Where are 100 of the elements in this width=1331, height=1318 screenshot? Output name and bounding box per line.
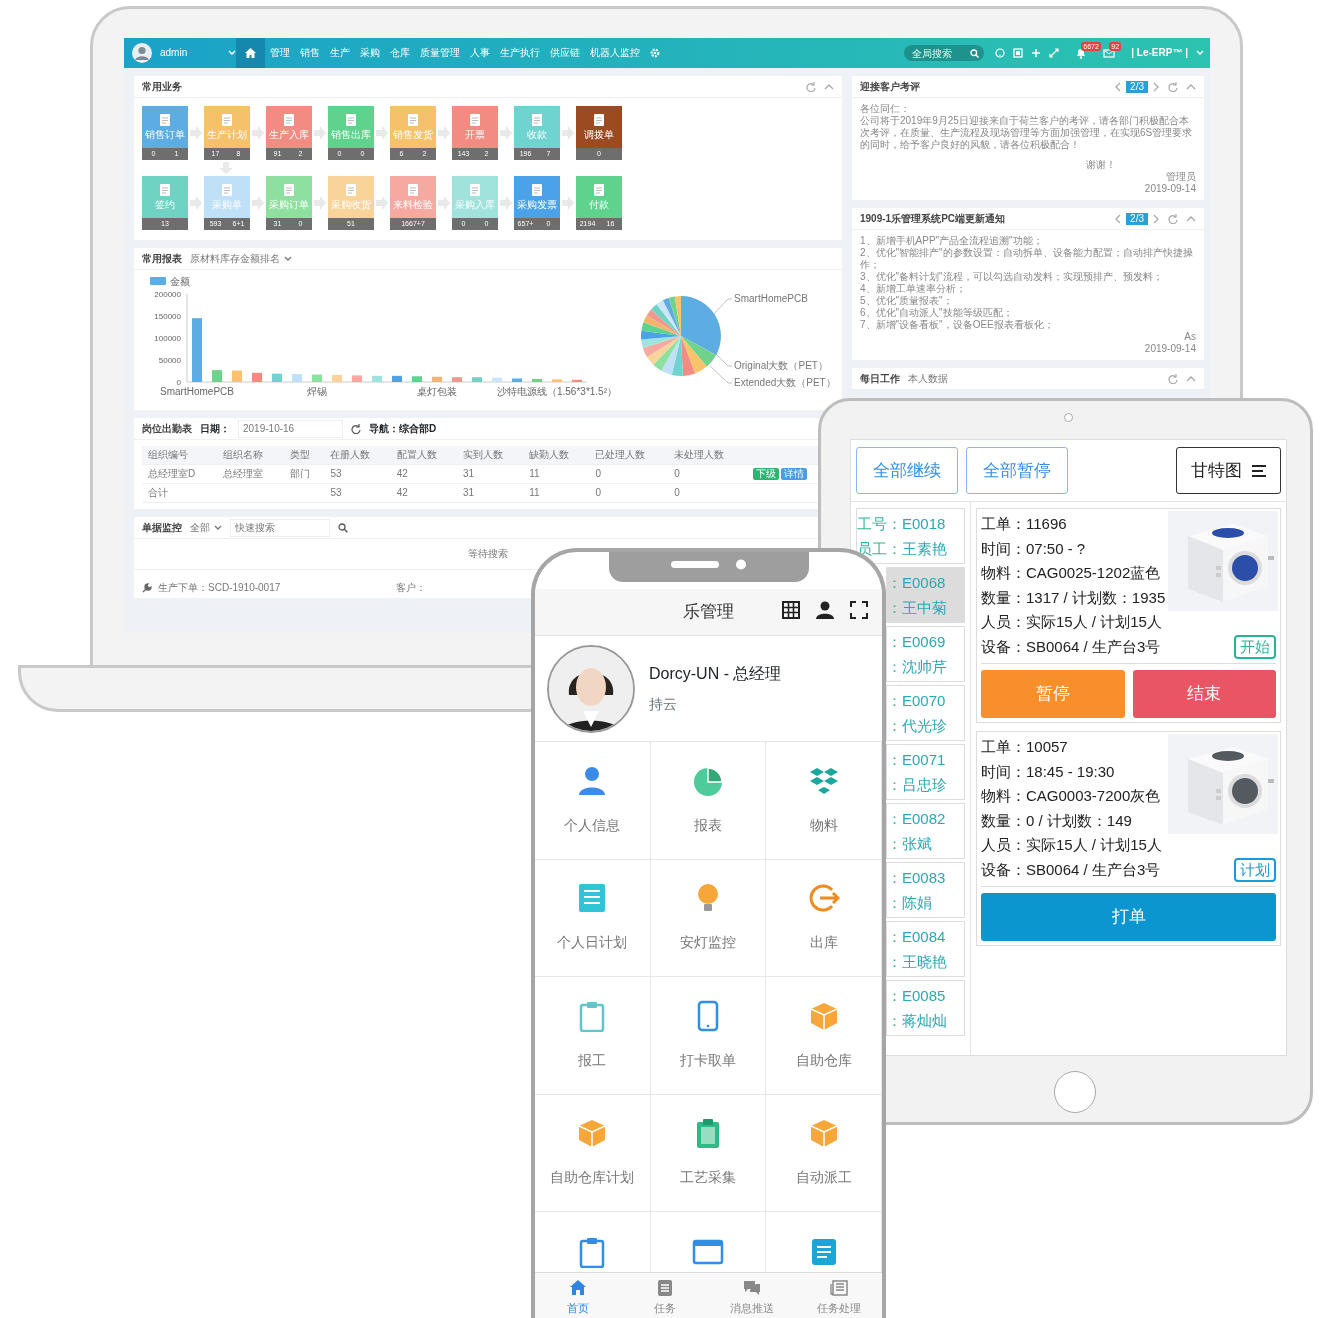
menu-tile[interactable]: 自助仓库计划 [535,1094,651,1212]
action-button[interactable]: 详情 [781,468,808,481]
shortcut-tile[interactable]: 采购发票 [514,176,560,219]
fullscreen-icon[interactable] [850,601,868,619]
tab[interactable]: 首页 [535,1273,622,1318]
filter-dropdown[interactable]: 原材料库存金额排名 [190,252,292,265]
tab[interactable]: 任务 [621,1273,709,1318]
home-tab[interactable] [236,38,265,68]
shortcut-tile[interactable]: 销售出库 [328,106,374,148]
field-value: 陈娟 [902,894,932,911]
bar [532,379,542,383]
date-field[interactable]: 2019-10-16 [238,419,343,438]
menu-tile[interactable]: 自助仓库 [766,977,882,1095]
bell-icon[interactable] [1075,47,1088,59]
grid-icon[interactable] [782,601,800,619]
caret-icon[interactable] [1196,50,1204,56]
menu-item[interactable]: 销售 [295,38,325,68]
shortcut-tile[interactable]: 生产入库 [266,106,312,148]
worker-item[interactable]: ：E0085 ：蒋灿灿 [886,980,965,1036]
bar [512,378,522,383]
window-icon[interactable] [1013,48,1024,58]
shortcut-tile[interactable]: 来料检验 [390,176,436,219]
gantt-button[interactable]: 甘特图 [1176,447,1281,494]
shortcut-tile[interactable]: 销售发货 [390,106,436,148]
field-label: ： [887,776,902,793]
table-cell: 31 [456,464,524,484]
menu-tile[interactable]: 物料 [766,742,882,860]
menu-item[interactable]: 采购 [355,38,385,68]
menu-tile[interactable]: 出库 [766,859,882,977]
worker-item[interactable]: ：E0082 ：张斌 [886,803,965,859]
home-button[interactable] [1054,1071,1096,1113]
shortcut-tile[interactable]: 收款 [514,106,560,148]
tab[interactable]: 消息推送 [708,1273,796,1318]
worker-item[interactable]: ：E0069 ：沈帅芹 [886,626,965,682]
shortcut-tile[interactable]: 开票 [452,106,498,148]
search-icon[interactable] [338,522,348,533]
shortcut-tile[interactable]: 付款 [576,176,622,219]
refresh-icon[interactable] [351,423,361,434]
table-cell: 53 [324,483,391,503]
field-value: E0071 [902,751,946,768]
shortcut-tile[interactable]: 采购订单 [266,176,312,219]
shortcut-tile[interactable]: 生产计划 [204,106,250,148]
mail-icon[interactable] [1103,47,1116,59]
search-icon[interactable] [970,48,980,58]
caret-icon[interactable] [228,50,236,56]
toolbar-button[interactable]: 全部继续 [856,447,958,494]
action-button[interactable]: 打单 [981,893,1276,941]
gear-icon[interactable] [650,48,660,58]
plus-icon[interactable] [1031,48,1042,58]
shortcut-tile[interactable]: 签约 [142,176,188,219]
search-field[interactable]: 快速搜索 [230,518,330,537]
menu-item[interactable]: 机器人监控 [585,38,645,68]
company-name: 持云 [649,695,678,714]
menu-tile[interactable]: 自动派工 [766,1094,882,1212]
action-button[interactable]: 暂停 [981,670,1125,718]
filter-dropdown[interactable]: 全部 [190,521,222,534]
action-button[interactable]: 下级 [753,468,780,481]
order-text: 生产下单：SCD-1910-0017 [158,582,281,595]
shortcut-tile[interactable]: 销售订单 [142,106,188,148]
menu-item[interactable]: 管理 [265,38,295,68]
pie-label: Extended大数（PET） [734,377,834,389]
chevron-right-icon[interactable] [1152,81,1160,92]
notice-text: 6、优化"自动派人"技能等级匹配； [860,307,1014,319]
field-label: ： [887,869,902,886]
tab[interactable]: 任务处理 [795,1273,882,1318]
page-badge: 2/3 [1126,80,1148,93]
field-label: ： [887,810,902,827]
axis-label: 150000 [154,312,181,322]
chevron-left-icon[interactable] [1114,81,1123,92]
menu-item[interactable]: 生产执行 [495,38,545,68]
shortcut-tile[interactable]: 调拨单 [576,106,622,148]
worker-item[interactable]: ：E0070 ：代光珍 [886,685,965,741]
chevron-left-icon[interactable] [1114,213,1123,224]
document-icon [344,113,358,127]
worker-item[interactable]: ：E0084 ：王晓艳 [886,921,965,977]
expand-icon[interactable] [1049,48,1060,58]
menu-tile[interactable]: 报工 [535,977,651,1095]
chevron-right-icon[interactable] [1152,213,1160,224]
menu-tile[interactable]: 工艺采集 [650,1094,767,1212]
menu-item[interactable]: 供应链 [545,38,585,68]
field-label: ： [887,658,902,675]
menu-item[interactable]: 质量管理 [415,38,465,68]
toolbar-button[interactable]: 全部暂停 [966,447,1068,494]
table-cell: 0 [589,464,669,484]
menu-tile[interactable]: 安灯监控 [650,859,767,977]
action-button[interactable]: 结束 [1132,670,1276,718]
user-icon[interactable] [816,601,834,619]
menu-item[interactable]: 生产 [325,38,355,68]
worker-item[interactable]: ：E0071 ：吕忠珍 [886,744,965,800]
menu-tile[interactable]: 个人日计划 [535,859,651,977]
menu-item[interactable]: 仓库 [385,38,415,68]
menu-tile[interactable]: 报表 [650,742,767,860]
menu-item[interactable]: 人事 [465,38,495,68]
worker-item[interactable]: ：E0083 ：陈娟 [886,862,965,918]
table-cell: 合计 [142,483,218,503]
menu-tile[interactable]: 个人信息 [535,742,651,860]
field-value: E0082 [902,810,946,827]
legend-label: 金额 [170,276,190,288]
menu-tile[interactable]: 打卡取单 [650,977,767,1095]
worker-item[interactable]: ：E0068 ：王中菊 [886,567,965,623]
